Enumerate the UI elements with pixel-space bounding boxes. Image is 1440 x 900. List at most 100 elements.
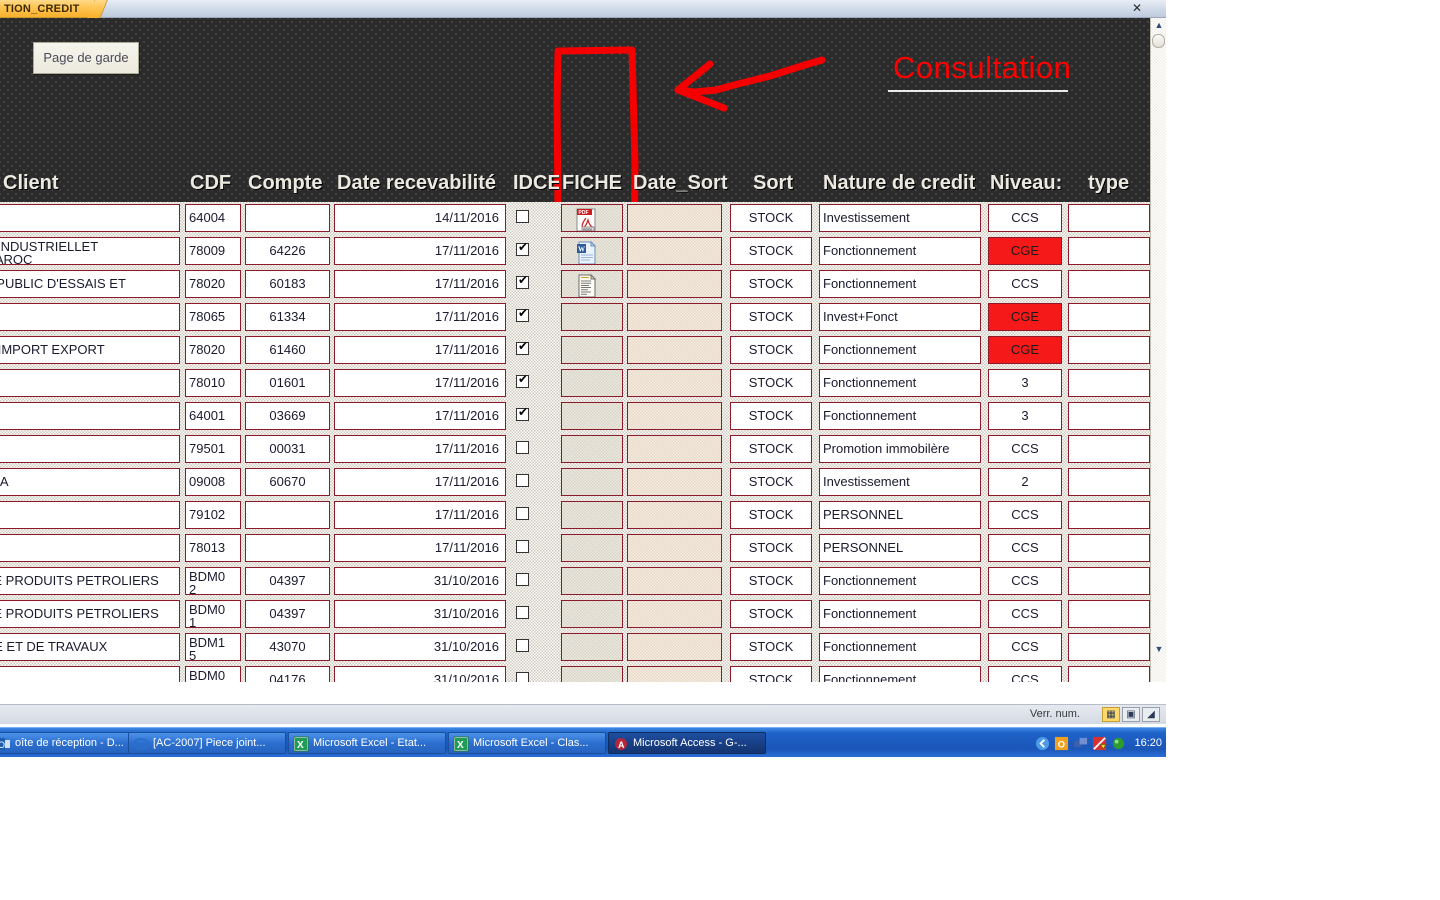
cell-date-recevabilite[interactable]: 31/10/2016 <box>334 633 506 661</box>
cell-date-recevabilite[interactable]: 17/11/2016 <box>334 501 506 529</box>
cell-compte[interactable] <box>245 204 330 232</box>
cell-nature-de-credit[interactable]: Promotion immobilère <box>819 435 981 463</box>
cell-niveau[interactable]: CCS <box>988 435 1062 463</box>
cell-niveau[interactable]: 3 <box>988 369 1062 397</box>
cell-date-sort[interactable] <box>627 369 722 397</box>
cell-niveau[interactable]: CCS <box>988 501 1062 529</box>
cell-date-sort[interactable] <box>627 666 722 682</box>
page-de-garde-button[interactable]: Page de garde <box>33 42 139 74</box>
cell-client[interactable]: DE PRODUITS PETROLIERS <box>0 600 180 628</box>
checkbox-checked-icon[interactable] <box>516 372 529 388</box>
cell-date-recevabilite[interactable]: 31/10/2016 <box>334 567 506 595</box>
table-row[interactable]: 78013 17/11/2016 STOCK PERSONNEL CCS <box>0 532 1150 564</box>
column-header-date-recevabilite[interactable]: Date recevabilité <box>337 168 507 202</box>
column-header-fiche[interactable]: FICHE <box>562 168 632 202</box>
cell-fiche[interactable] <box>561 270 623 298</box>
cell-cdf[interactable]: 78065 <box>185 303 241 331</box>
cell-nature-de-credit[interactable]: Fonctionnement <box>819 633 981 661</box>
cell-niveau[interactable]: CCS <box>988 600 1062 628</box>
cell-niveau[interactable]: CCS <box>988 633 1062 661</box>
cell-cdf[interactable]: 78010 <box>185 369 241 397</box>
cell-client[interactable] <box>0 666 180 682</box>
cell-date-recevabilite[interactable]: 17/11/2016 <box>334 270 506 298</box>
cell-date-sort[interactable] <box>627 633 722 661</box>
cell-client[interactable] <box>0 534 180 562</box>
table-row[interactable]: O IMPORT EXPORT780206146017/11/2016 STOCK… <box>0 334 1150 366</box>
cell-sort[interactable]: STOCK <box>730 336 812 364</box>
cell-idce[interactable] <box>508 567 558 595</box>
antivirus-icon[interactable] <box>1092 736 1108 751</box>
text-document-icon[interactable] <box>574 274 600 298</box>
cell-cdf[interactable]: 09008 <box>185 468 241 496</box>
cell-nature-de-credit[interactable]: Fonctionnement <box>819 402 981 430</box>
cell-idce[interactable] <box>508 633 558 661</box>
cell-type[interactable] <box>1068 435 1150 463</box>
cell-fiche[interactable]: W <box>561 237 623 265</box>
cell-compte[interactable]: 04397 <box>245 600 330 628</box>
close-icon[interactable]: ✕ <box>1126 1 1148 16</box>
cell-idce[interactable] <box>508 204 558 232</box>
cell-idce[interactable] <box>508 501 558 529</box>
taskbar-item-excel-etat[interactable]: X Microsoft Excel - Etat... <box>288 732 446 754</box>
column-header-cdf[interactable]: CDF <box>190 168 245 202</box>
cell-date-sort[interactable] <box>627 303 722 331</box>
cell-idce[interactable] <box>508 336 558 364</box>
cell-type[interactable] <box>1068 633 1150 661</box>
cell-client[interactable]: O IMPORT EXPORT <box>0 336 180 364</box>
cell-compte[interactable]: 04176 <box>245 666 330 682</box>
cell-sort[interactable]: STOCK <box>730 204 812 232</box>
caret-up-icon[interactable]: ▲ <box>1151 18 1167 32</box>
cell-idce[interactable] <box>508 600 558 628</box>
cell-sort[interactable]: STOCK <box>730 468 812 496</box>
cell-date-sort[interactable] <box>627 501 722 529</box>
column-header-nature[interactable]: Nature de credit <box>823 168 998 202</box>
column-header-type[interactable]: type <box>1088 168 1148 202</box>
cell-type[interactable] <box>1068 501 1150 529</box>
cell-niveau[interactable]: CGE <box>988 303 1062 331</box>
cell-cdf[interactable]: 79102 <box>185 501 241 529</box>
column-header-compte[interactable]: Compte <box>248 168 333 202</box>
document-tab[interactable]: TION_CREDIT <box>0 0 95 18</box>
cell-client[interactable]: E PUBLIC D'ESSAIS ET <box>0 270 180 298</box>
cell-idce[interactable] <box>508 534 558 562</box>
vertical-scrollbar-thumb[interactable] <box>1152 34 1165 48</box>
cell-niveau[interactable]: CCS <box>988 534 1062 562</box>
cell-cdf[interactable]: BDM01 <box>185 600 241 628</box>
cell-compte[interactable] <box>245 501 330 529</box>
show-hidden-icons[interactable] <box>1035 736 1050 751</box>
cell-type[interactable] <box>1068 237 1150 265</box>
cell-date-recevabilite[interactable]: 17/11/2016 <box>334 402 506 430</box>
java-icon[interactable] <box>1111 736 1126 751</box>
cell-date-recevabilite[interactable]: 31/10/2016 <box>334 666 506 682</box>
pdf-file-icon[interactable]: PDF Adobe <box>574 208 600 232</box>
cell-fiche[interactable] <box>561 369 623 397</box>
table-row[interactable]: DE PRODUITS PETROLIERS BDM0 2 04397 31/10/20… <box>0 565 1150 597</box>
cell-sort[interactable]: STOCK <box>730 534 812 562</box>
datasheet-grid[interactable]: 64004 14/11/2016 PDF Adobe STOCK Investiss… <box>0 202 1150 682</box>
datasheet-view-icon[interactable]: ▦ <box>1102 707 1120 722</box>
cell-compte[interactable]: 60183 <box>245 270 330 298</box>
cell-client[interactable]: N INDUSTRIELLETMAROC <box>0 237 180 265</box>
cell-compte[interactable]: 01601 <box>245 369 330 397</box>
cell-date-recevabilite[interactable]: 31/10/2016 <box>334 600 506 628</box>
network-icon[interactable] <box>1073 736 1088 751</box>
column-header-niveau[interactable]: Niveau: <box>990 168 1070 202</box>
cell-cdf[interactable]: 64004 <box>185 204 241 232</box>
cell-nature-de-credit[interactable]: Fonctionnement <box>819 600 981 628</box>
cell-date-recevabilite[interactable]: 17/11/2016 <box>334 336 506 364</box>
cell-type[interactable] <box>1068 204 1150 232</box>
checkbox-checked-icon[interactable] <box>516 240 529 256</box>
cell-niveau[interactable]: 2 <box>988 468 1062 496</box>
cell-compte[interactable]: 61460 <box>245 336 330 364</box>
table-row[interactable]: 780100160117/11/2016 STOCKFonctionnement3 <box>0 367 1150 399</box>
checkbox-checked-icon[interactable] <box>516 306 529 322</box>
cell-sort[interactable]: STOCK <box>730 633 812 661</box>
cell-date-recevabilite[interactable]: 17/11/2016 <box>334 237 506 265</box>
checkbox-unchecked-icon[interactable] <box>516 606 529 619</box>
cell-date-sort[interactable] <box>627 402 722 430</box>
cell-type[interactable] <box>1068 336 1150 364</box>
column-header-date-sort[interactable]: Date_Sort <box>633 168 743 202</box>
cell-date-recevabilite[interactable]: 17/11/2016 <box>334 534 506 562</box>
cell-compte[interactable] <box>245 534 330 562</box>
cell-client[interactable] <box>0 303 180 331</box>
